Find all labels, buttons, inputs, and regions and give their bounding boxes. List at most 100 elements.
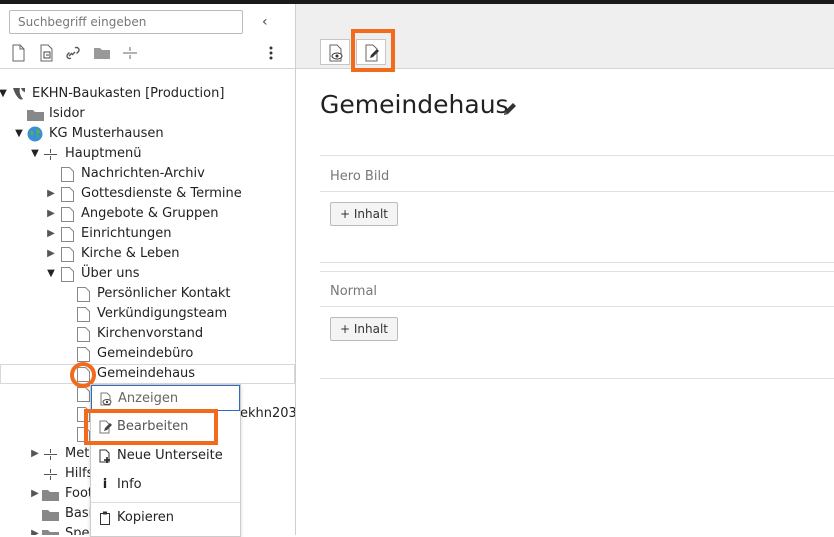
tree-item-label: EKHN-Baukasten [Production] — [32, 86, 225, 101]
menu-item-label: Neue Unterseite — [117, 448, 223, 463]
more-options-icon[interactable] — [266, 44, 276, 62]
expand-arrow-icon[interactable]: ▶ — [45, 204, 57, 224]
page-icon — [61, 267, 74, 282]
tree-item-label: Foot — [65, 486, 94, 501]
tree-item-kirche-leben[interactable]: ▶ Kirche & Leben — [0, 244, 295, 264]
column-heading: Normal — [330, 284, 378, 299]
tree-item-label: KG Musterhausen — [49, 126, 164, 141]
tree-item-gemeindebuero[interactable]: Gemeindebüro — [0, 344, 295, 364]
search-input[interactable] — [9, 10, 243, 34]
folder-icon — [27, 110, 44, 121]
menu-divider — [91, 502, 240, 503]
tree-toolbar — [0, 42, 295, 68]
add-content-button[interactable]: + Inhalt — [330, 202, 398, 226]
separator-icon — [44, 449, 57, 460]
column-divider — [320, 306, 834, 307]
tree-item-root[interactable]: ▼ EKHN-Baukasten [Production] — [0, 84, 295, 104]
menu-item-info[interactable]: i Info — [91, 472, 240, 498]
tree-item-kg-musterhausen[interactable]: ▼ KG Musterhausen — [0, 124, 295, 144]
tree-item-label: Basi — [65, 506, 93, 521]
column-hero-bild: Hero Bild + Inhalt — [320, 155, 834, 263]
expand-arrow-icon[interactable]: ▶ — [29, 524, 41, 535]
page-title: Gemeindehaus — [320, 90, 509, 119]
page-icon — [61, 187, 74, 202]
tree-item-isidor[interactable]: Isidor — [0, 104, 295, 124]
tree-item-ueber-uns[interactable]: ▼ Über uns — [0, 264, 295, 284]
highlight-box-edit-page — [351, 29, 395, 72]
edit-title-pencil-icon[interactable] — [503, 101, 518, 116]
tree-item-nachrichten-archiv[interactable]: Nachrichten-Archiv — [0, 164, 295, 184]
info-icon: i — [102, 477, 108, 492]
tree-item-verkuendigungsteam[interactable]: Verkündigungsteam — [0, 304, 295, 324]
globe-icon — [27, 126, 43, 142]
menu-item-neue-unterseite[interactable]: Neue Unterseite — [91, 443, 240, 469]
view-page-icon — [329, 44, 343, 62]
page-icon — [61, 167, 74, 182]
tree-item-label: Kirche & Leben — [81, 246, 180, 261]
expand-arrow-icon[interactable]: ▶ — [29, 484, 41, 504]
page-icon — [77, 387, 90, 402]
button-label: Inhalt — [353, 207, 389, 221]
highlight-box-bearbeiten — [84, 409, 218, 445]
menu-item-label: Kopieren — [117, 510, 174, 525]
context-menu: Anzeigen Bearbeiten Neue Unterseite i In… — [90, 384, 241, 537]
expand-arrow-icon[interactable]: ▶ — [45, 184, 57, 204]
expand-arrow-icon[interactable]: ▶ — [29, 444, 41, 464]
tree-item-label: Isidor — [49, 106, 85, 121]
tree-item-label: Gottesdienste & Termine — [81, 186, 242, 201]
toolbar-divider — [0, 68, 295, 69]
page-icon — [77, 307, 90, 322]
collapse-sidebar-icon[interactable]: ‹ — [262, 14, 268, 30]
link-icon[interactable] — [65, 44, 81, 62]
tree-item-label: Nachrichten-Archiv — [81, 166, 205, 181]
tree-item-einrichtungen[interactable]: ▶ Einrichtungen — [0, 224, 295, 244]
expand-arrow-icon[interactable]: ▶ — [45, 224, 57, 244]
new-page-icon[interactable] — [10, 44, 26, 62]
folder-icon — [42, 510, 59, 521]
tree-item-label: Verkündigungsteam — [97, 306, 228, 321]
tree-item-label: Gemeindebüro — [97, 346, 194, 361]
collapse-arrow-icon[interactable]: ▼ — [45, 264, 57, 284]
tree-item-gottesdienste[interactable]: ▶ Gottesdienste & Termine — [0, 184, 295, 204]
page-icon — [61, 207, 74, 222]
menu-item-kopieren[interactable]: Kopieren — [91, 505, 240, 531]
view-page-button[interactable] — [320, 39, 350, 65]
page-icon — [61, 227, 74, 242]
tree-item-label: Persönlicher Kontakt — [97, 286, 231, 301]
column-normal: Normal + Inhalt — [320, 271, 834, 379]
column-divider — [320, 191, 834, 192]
folder-icon — [42, 530, 59, 535]
column-heading: Hero Bild — [330, 169, 390, 184]
separator-icon — [44, 469, 57, 480]
new-page-with-content-icon[interactable] — [38, 44, 54, 62]
expand-arrow-icon[interactable]: ▶ — [45, 244, 57, 264]
page-icon — [77, 287, 90, 302]
tree-item-label: ekhn2030 — [240, 406, 296, 421]
menu-item-anzeigen[interactable]: Anzeigen — [91, 385, 240, 411]
content-panel: Gemeindehaus Hero Bild + Inhalt Normal +… — [296, 4, 834, 535]
folder-icon[interactable] — [93, 44, 111, 62]
separator-icon — [44, 149, 57, 160]
typo3-logo-icon — [13, 88, 25, 100]
tree-item-kirchenvorstand[interactable]: Kirchenvorstand — [0, 324, 295, 344]
new-subpage-icon — [99, 449, 110, 463]
tree-item-persoenlicher-kontakt[interactable]: Persönlicher Kontakt — [0, 284, 295, 304]
folder-icon — [42, 490, 59, 501]
tree-item-hauptmenu[interactable]: ▼ Hauptmenü — [0, 144, 295, 164]
collapse-arrow-icon[interactable]: ▼ — [29, 144, 41, 164]
tree-item-label: Gemeindehaus — [97, 366, 196, 381]
add-content-button[interactable]: + Inhalt — [330, 317, 398, 341]
tree-item-label: Hauptmenü — [65, 146, 142, 161]
page-icon — [77, 327, 90, 342]
separator-icon[interactable] — [122, 44, 138, 62]
collapse-arrow-icon[interactable]: ▼ — [0, 84, 9, 104]
tree-item-label: Spe — [65, 526, 90, 535]
tree-item-gemeindehaus[interactable]: Gemeindehaus — [0, 364, 295, 384]
tree-item-label: Angebote & Gruppen — [81, 206, 219, 221]
button-label: Inhalt — [353, 322, 389, 336]
tree-item-label: Einrichtungen — [81, 226, 172, 241]
menu-item-label: Info — [117, 477, 142, 492]
copy-icon — [100, 511, 110, 525]
tree-item-angebote[interactable]: ▶ Angebote & Gruppen — [0, 204, 295, 224]
collapse-arrow-icon[interactable]: ▼ — [13, 124, 25, 144]
